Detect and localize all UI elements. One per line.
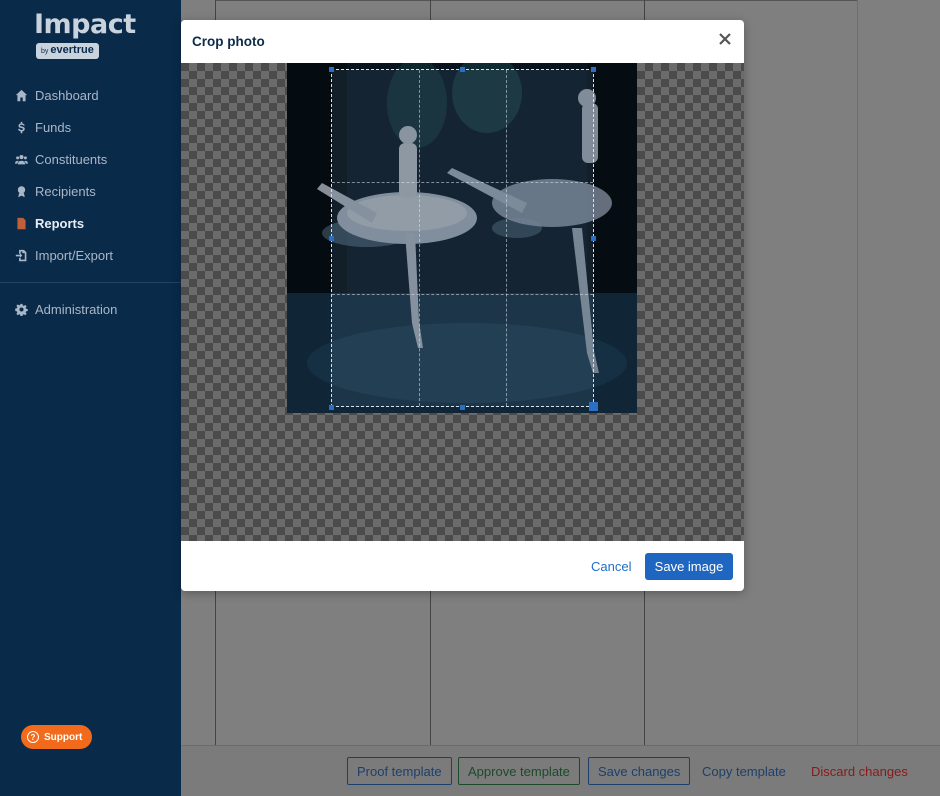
crop-grid-line	[418, 70, 420, 406]
discard-changes-button[interactable]: Discard changes	[811, 757, 908, 785]
crop-photo-modal: Crop photo Cancel Save image	[181, 20, 744, 591]
sidebar: Impact by evertrue Dashboard Funds Consti…	[0, 0, 181, 796]
support-button[interactable]: ? Support	[21, 725, 93, 749]
sidebar-item-constituents[interactable]: Constituents	[0, 143, 181, 175]
modal-title: Crop photo	[192, 34, 265, 49]
template-top-border	[215, 0, 858, 1]
save-changes-button[interactable]: Save changes	[588, 757, 691, 785]
crop-handle-left[interactable]	[329, 236, 334, 241]
cancel-button[interactable]: Cancel	[591, 553, 631, 580]
sidebar-item-label: Constituents	[35, 151, 108, 167]
crop-handle-bottom[interactable]	[460, 405, 465, 410]
sidebar-item-label: Administration	[35, 301, 118, 317]
crop-handle-top[interactable]	[460, 67, 465, 72]
award-icon	[14, 184, 28, 198]
sidebar-item-dashboard[interactable]: Dashboard	[0, 79, 181, 111]
crop-canvas[interactable]	[181, 63, 744, 541]
support-label: Support	[44, 731, 83, 743]
sidebar-divider	[0, 282, 181, 283]
gear-icon	[14, 302, 28, 316]
sidebar-item-label: Recipients	[35, 183, 96, 199]
sidebar-item-label: Funds	[35, 119, 72, 135]
sidebar-admin-section: Administration	[0, 293, 181, 325]
sidebar-item-administration[interactable]: Administration	[0, 293, 181, 325]
copy-template-button[interactable]: Copy template	[702, 757, 786, 785]
crop-handle-bottom-left[interactable]	[329, 405, 334, 410]
sidebar-nav: Dashboard Funds Constituents Recipients …	[0, 79, 181, 271]
home-icon	[14, 88, 28, 102]
crop-grid-line	[505, 70, 507, 406]
modal-header: Crop photo	[181, 20, 744, 63]
crop-grid-line	[332, 181, 593, 183]
crop-grid-line	[332, 293, 593, 295]
crop-handle-top-left[interactable]	[329, 67, 334, 72]
sidebar-item-label: Reports	[35, 215, 85, 231]
sidebar-item-label: Dashboard	[35, 87, 99, 103]
ballet-photo	[287, 63, 637, 413]
sidebar-item-label: Import/Export	[35, 247, 114, 263]
template-column-divider	[857, 0, 858, 745]
crop-handle-bottom-right[interactable]	[589, 402, 598, 411]
dollar-icon	[14, 120, 28, 134]
import-export-icon	[14, 248, 28, 262]
users-icon	[14, 152, 28, 166]
sidebar-item-import-export[interactable]: Import/Export	[0, 239, 181, 271]
close-icon[interactable]	[719, 32, 733, 46]
save-image-button[interactable]: Save image	[645, 553, 733, 580]
report-icon	[14, 216, 28, 230]
approve-template-button[interactable]: Approve template	[458, 757, 580, 785]
modal-footer: Cancel Save image	[181, 541, 744, 591]
app-logo[interactable]: Impact by evertrue	[34, 10, 136, 59]
proof-template-button[interactable]: Proof template	[347, 757, 452, 785]
logo-subtitle: by evertrue	[36, 43, 99, 59]
sidebar-item-recipients[interactable]: Recipients	[0, 175, 181, 207]
crop-selection-box[interactable]	[331, 69, 594, 407]
sidebar-item-reports[interactable]: Reports	[0, 207, 181, 239]
logo-title: Impact	[34, 9, 136, 40]
crop-handle-top-right[interactable]	[591, 67, 596, 72]
sidebar-item-funds[interactable]: Funds	[0, 111, 181, 143]
help-icon: ?	[27, 731, 39, 743]
crop-handle-right[interactable]	[591, 236, 596, 241]
